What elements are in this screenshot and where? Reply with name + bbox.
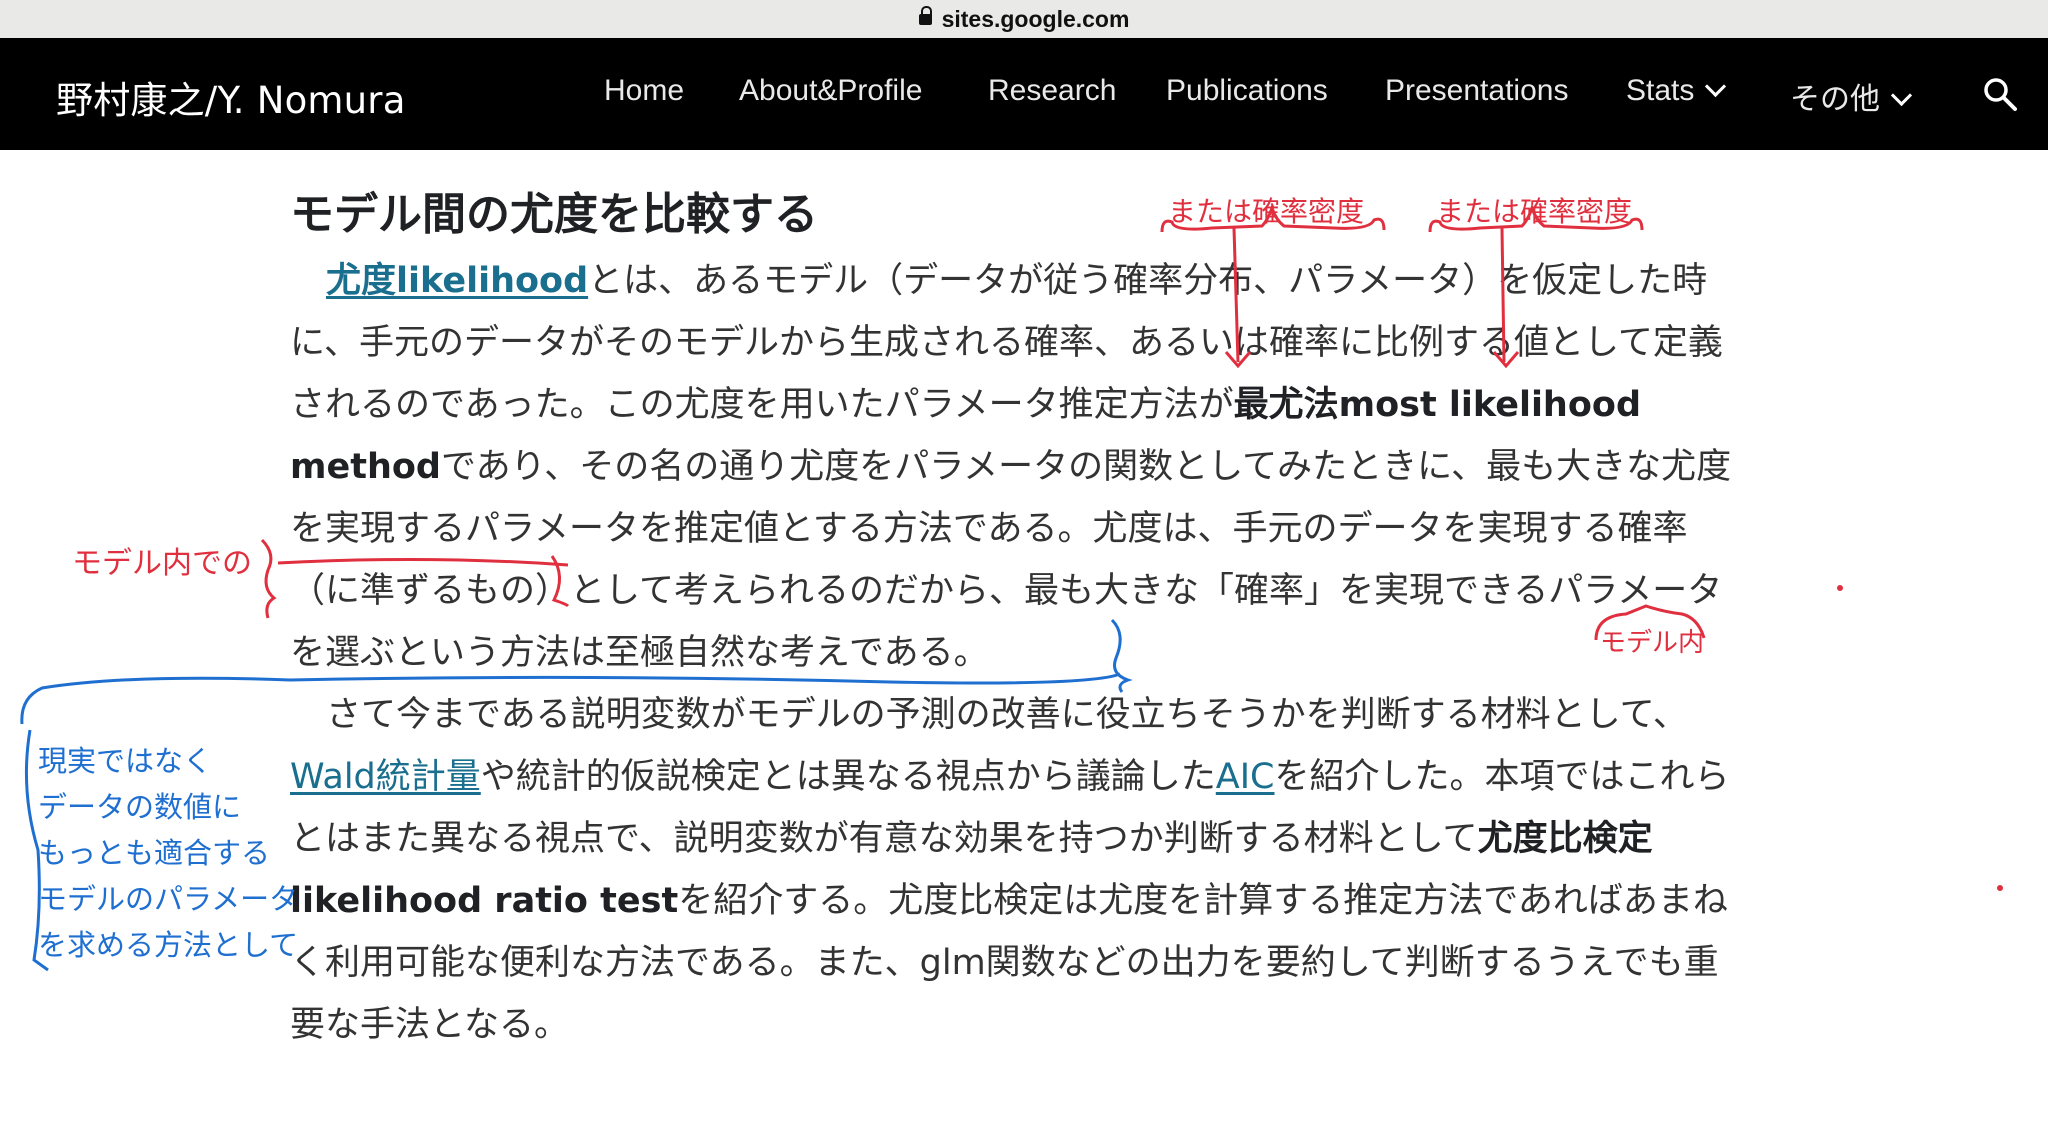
annotation-blue-line: もっとも適合する xyxy=(38,836,271,870)
annotation-red-1: または確率密度 xyxy=(1168,195,1365,228)
chevron-down-icon xyxy=(1705,75,1727,98)
annotation-red-right: モデル内 xyxy=(1600,628,1705,658)
nav-item-other[interactable]: その他 xyxy=(1790,74,1913,118)
wald-link[interactable]: Wald統計量 xyxy=(290,757,481,797)
nav-item-stats-label: Stats xyxy=(1626,74,1695,107)
annotation-red-left: モデル内での xyxy=(72,546,252,581)
paragraph-1: 尤度likelihoodとは、あるモデル（データが従う確率分布、パラメータ）を仮… xyxy=(290,250,1750,684)
site-header: 野村康之/Y. Nomura Home About&Profile Resear… xyxy=(0,38,2048,150)
annotation-blue-line: 現実ではなく xyxy=(38,744,213,778)
page-title: モデル間の尤度を比較する xyxy=(290,189,818,240)
annotation-red-2: または確率密度 xyxy=(1436,195,1633,228)
address-bar[interactable]: sites.google.com xyxy=(0,0,2048,38)
nav-item-presentations[interactable]: Presentations xyxy=(1385,74,1568,108)
nav-item-research[interactable]: Research xyxy=(988,74,1116,108)
annotation-blue-line: モデルのパラメータ xyxy=(38,882,299,916)
p2-text-1: さて今まである説明変数がモデルの予測の改善に役立ちそうかを判断する材料として、 xyxy=(326,695,1688,735)
url-text: sites.google.com xyxy=(941,5,1130,32)
annotation-blue-note: 現実ではなく データの数値に もっとも適合する モデルのパラメータ を求める方法… xyxy=(38,738,298,968)
search-icon[interactable] xyxy=(1982,76,2018,112)
nav-item-publications[interactable]: Publications xyxy=(1166,74,1328,108)
aic-link[interactable]: AIC xyxy=(1216,757,1275,797)
lock-icon xyxy=(918,5,932,29)
annotation-blue-line: データの数値に xyxy=(38,790,242,824)
chevron-down-icon xyxy=(1890,84,1913,107)
paragraph-2: さて今まである説明変数がモデルの予測の改善に役立ちそうかを判断する材料として、 W… xyxy=(290,684,1750,1056)
p1-text-2: であり、その名の通り尤度をパラメータの関数としてみたときに、最も大きな尤度を実現… xyxy=(290,447,1732,673)
nav-item-other-label: その他 xyxy=(1790,83,1880,116)
nav-item-about[interactable]: About&Profile xyxy=(739,74,922,108)
nav-item-home[interactable]: Home xyxy=(604,74,684,108)
annotation-blue-line: を求める方法として xyxy=(38,928,299,962)
site-title[interactable]: 野村康之/Y. Nomura xyxy=(56,70,406,124)
nav-item-stats[interactable]: Stats xyxy=(1626,74,1727,108)
likelihood-link[interactable]: 尤度likelihood xyxy=(326,261,588,301)
p2-text-2: や統計的仮説検定とは異なる視点から議論した xyxy=(480,757,1216,797)
